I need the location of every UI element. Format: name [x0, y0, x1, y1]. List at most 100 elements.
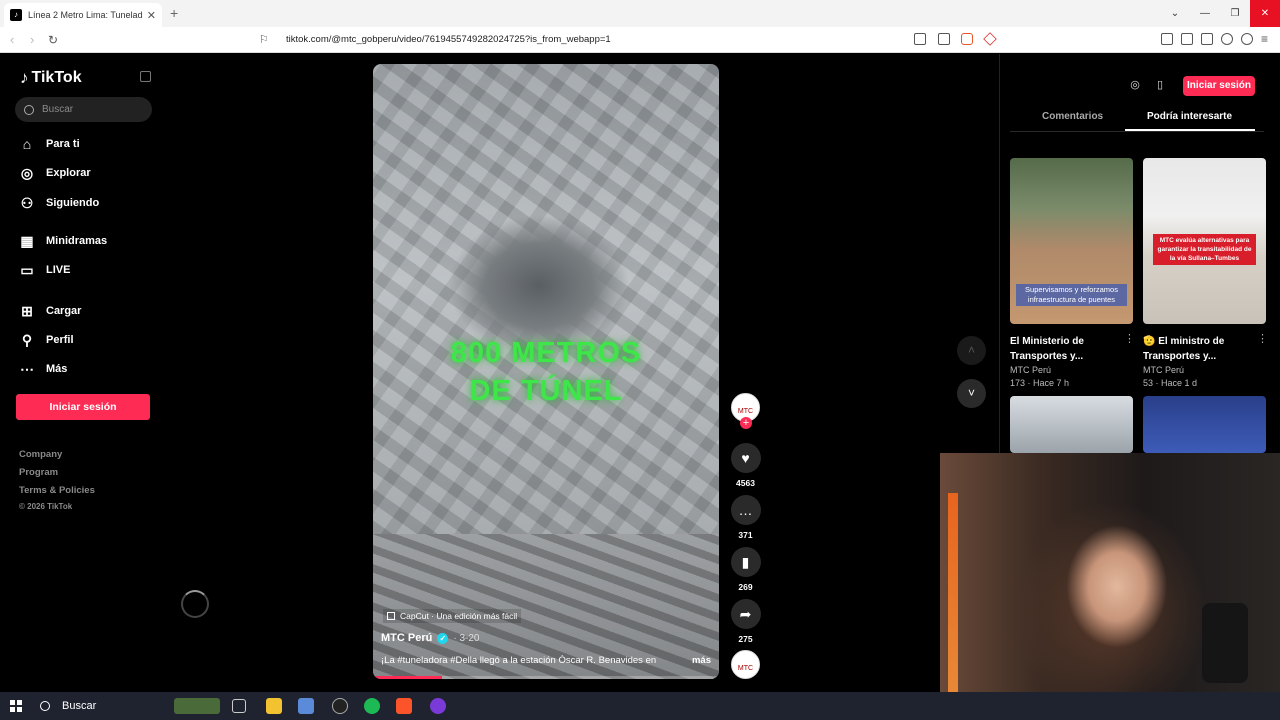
sidebar-item-perfil[interactable]: ⚲ Perfil: [19, 332, 74, 348]
recommended-video-card[interactable]: [1010, 396, 1133, 453]
cast-icon[interactable]: [938, 33, 950, 45]
video-thumbnail[interactable]: Supervisamos y reforzamos infraestructur…: [1010, 158, 1133, 324]
minimize-button[interactable]: —: [1190, 0, 1220, 27]
card-author[interactable]: MTC Perú: [1143, 365, 1266, 375]
loading-spinner-icon: [181, 590, 209, 618]
tab-podria-interesarte[interactable]: Podría interesarte: [1147, 111, 1232, 122]
footer-link-terms[interactable]: Terms & Policies: [19, 485, 95, 496]
file-explorer-icon[interactable]: [266, 698, 282, 714]
footer-link-company[interactable]: Company: [19, 449, 62, 460]
video-progress-bar[interactable]: [373, 676, 719, 679]
capcut-badge[interactable]: CapCut · Una edición más fácil: [383, 609, 522, 623]
recommended-video-card[interactable]: Supervisamos y reforzamos infraestructur…: [1010, 158, 1133, 388]
sidebar-item-mas[interactable]: ⋯ Más: [19, 361, 67, 377]
save-action[interactable]: ▮ 269: [730, 547, 761, 592]
comment-action[interactable]: … 371: [730, 495, 761, 540]
sidebar-icon[interactable]: [1181, 33, 1193, 45]
search-icon: [24, 104, 34, 115]
login-button-top[interactable]: Iniciar sesión: [1183, 76, 1255, 96]
brave-shield-icon[interactable]: [961, 33, 973, 45]
sidebar-item-para-ti[interactable]: ⌂ Para ti: [19, 136, 80, 152]
widgets-icon[interactable]: [174, 698, 220, 714]
tab-close-icon[interactable]: ✕: [147, 9, 156, 22]
caption-text: ¡La #tuneladora #Della llegó a la estaci…: [381, 655, 657, 666]
capcut-icon: [387, 612, 395, 620]
menu-icon[interactable]: ≡: [1261, 32, 1268, 46]
recommended-video-card[interactable]: MTC evalúa alternativas para garantizar …: [1143, 158, 1266, 388]
new-tab-button[interactable]: +: [170, 5, 178, 21]
next-video-button[interactable]: ˅: [957, 379, 986, 408]
browser-tab[interactable]: ♪ Línea 2 Metro Lima: Tunelado ✕: [4, 3, 162, 27]
microphone: [1202, 603, 1248, 683]
compass-icon[interactable]: ◎: [1124, 74, 1146, 96]
bookmark-icon[interactable]: ⚐: [259, 33, 269, 46]
tab-comentarios[interactable]: Comentarios: [1042, 111, 1103, 122]
share-icon: ➦: [730, 599, 761, 629]
overlay-line-1: 800 METROS: [450, 337, 642, 369]
media-icon[interactable]: [1161, 33, 1173, 45]
caption-more-link[interactable]: más: [692, 655, 711, 666]
login-button-sidebar[interactable]: Iniciar sesión: [16, 394, 150, 420]
task-view-icon[interactable]: [232, 699, 246, 713]
device-icon[interactable]: ▯: [1149, 74, 1171, 96]
wallet-icon[interactable]: [1201, 33, 1213, 45]
sidebar-item-label: Explorar: [46, 167, 91, 179]
brave-icon[interactable]: [396, 698, 412, 714]
sidebar-item-label: Perfil: [46, 334, 74, 346]
follow-plus-icon[interactable]: +: [740, 417, 752, 429]
footer-link-program[interactable]: Program: [19, 467, 58, 478]
video-thumbnail[interactable]: MTC evalúa alternativas para garantizar …: [1143, 158, 1266, 324]
sound-avatar[interactable]: MTC: [731, 650, 760, 679]
save-count: 269: [738, 582, 753, 592]
tab-search-icon[interactable]: ⌄: [1160, 0, 1190, 27]
previous-video-button[interactable]: ˄: [957, 336, 986, 365]
translate-icon[interactable]: [914, 33, 926, 45]
sidebar-item-live[interactable]: ▭ LIVE: [19, 262, 70, 278]
like-count: 4563: [736, 478, 755, 488]
recommended-video-card[interactable]: [1143, 396, 1266, 453]
sidebar-item-label: Para ti: [46, 138, 80, 150]
like-action[interactable]: ♥ 4563: [730, 443, 761, 488]
search-input[interactable]: Buscar: [15, 97, 152, 122]
video-author[interactable]: MTC Perú ✓ · 3-20: [381, 632, 479, 644]
tiktok-logo[interactable]: ♪ TikTok: [20, 68, 82, 88]
card-title[interactable]: El Ministerio de Transportes y...: [1010, 334, 1125, 364]
spotify-icon[interactable]: [364, 698, 380, 714]
video-player[interactable]: 800 METROS DE TÚNEL CapCut · Una edición…: [373, 64, 719, 679]
windows-start-icon[interactable]: [10, 700, 22, 712]
sidebar-item-minidramas[interactable]: ▦ Minidramas: [19, 233, 107, 249]
obs-icon[interactable]: [332, 698, 348, 714]
more-options-icon[interactable]: ⋮: [1124, 332, 1135, 345]
window-controls: ⌄ — ❐ ✕: [1160, 0, 1280, 27]
vpn-icon[interactable]: [1241, 33, 1253, 45]
sidebar-item-explorar[interactable]: ◎ Explorar: [19, 165, 91, 181]
share-action[interactable]: ➦ 275: [730, 599, 761, 644]
video-thumbnail[interactable]: [1143, 396, 1266, 453]
back-icon[interactable]: ‹: [10, 32, 14, 47]
sidebar-item-siguiendo[interactable]: ⚇ Siguiendo: [19, 195, 99, 211]
leo-ai-icon[interactable]: [1221, 33, 1233, 45]
sidebar-item-cargar[interactable]: ⊞ Cargar: [19, 303, 81, 319]
reload-icon[interactable]: ↻: [48, 33, 58, 47]
sidebar-item-label: LIVE: [46, 264, 71, 276]
app-icon[interactable]: [430, 698, 446, 714]
sidebar-item-label: Más: [46, 363, 68, 375]
card-author[interactable]: MTC Perú: [1010, 365, 1133, 375]
app-icon[interactable]: [298, 698, 314, 714]
minidramas-icon: ▦: [20, 233, 34, 249]
tab-divider: [1010, 131, 1264, 132]
video-thumbnail[interactable]: [1010, 396, 1133, 453]
restore-button[interactable]: ❐: [1220, 0, 1250, 27]
thumbnail-caption: Supervisamos y reforzamos infraestructur…: [1016, 284, 1127, 306]
tiktok-favicon-icon: ♪: [10, 9, 22, 21]
card-title[interactable]: 🫡 El ministro de Transportes y...: [1143, 334, 1258, 364]
url-field[interactable]: tiktok.com/@mtc_gobperu/video/7619455749…: [286, 34, 611, 45]
bookmark-icon: ▮: [730, 547, 761, 577]
forward-icon[interactable]: ›: [30, 32, 34, 47]
close-window-button[interactable]: ✕: [1250, 0, 1280, 27]
taskbar-search[interactable]: Buscar: [40, 700, 96, 712]
collapse-sidebar-icon[interactable]: [140, 71, 151, 82]
overlay-line-2: DE TÚNEL: [469, 375, 623, 407]
rewards-icon[interactable]: [983, 32, 997, 46]
more-options-icon[interactable]: ⋮: [1257, 332, 1268, 345]
